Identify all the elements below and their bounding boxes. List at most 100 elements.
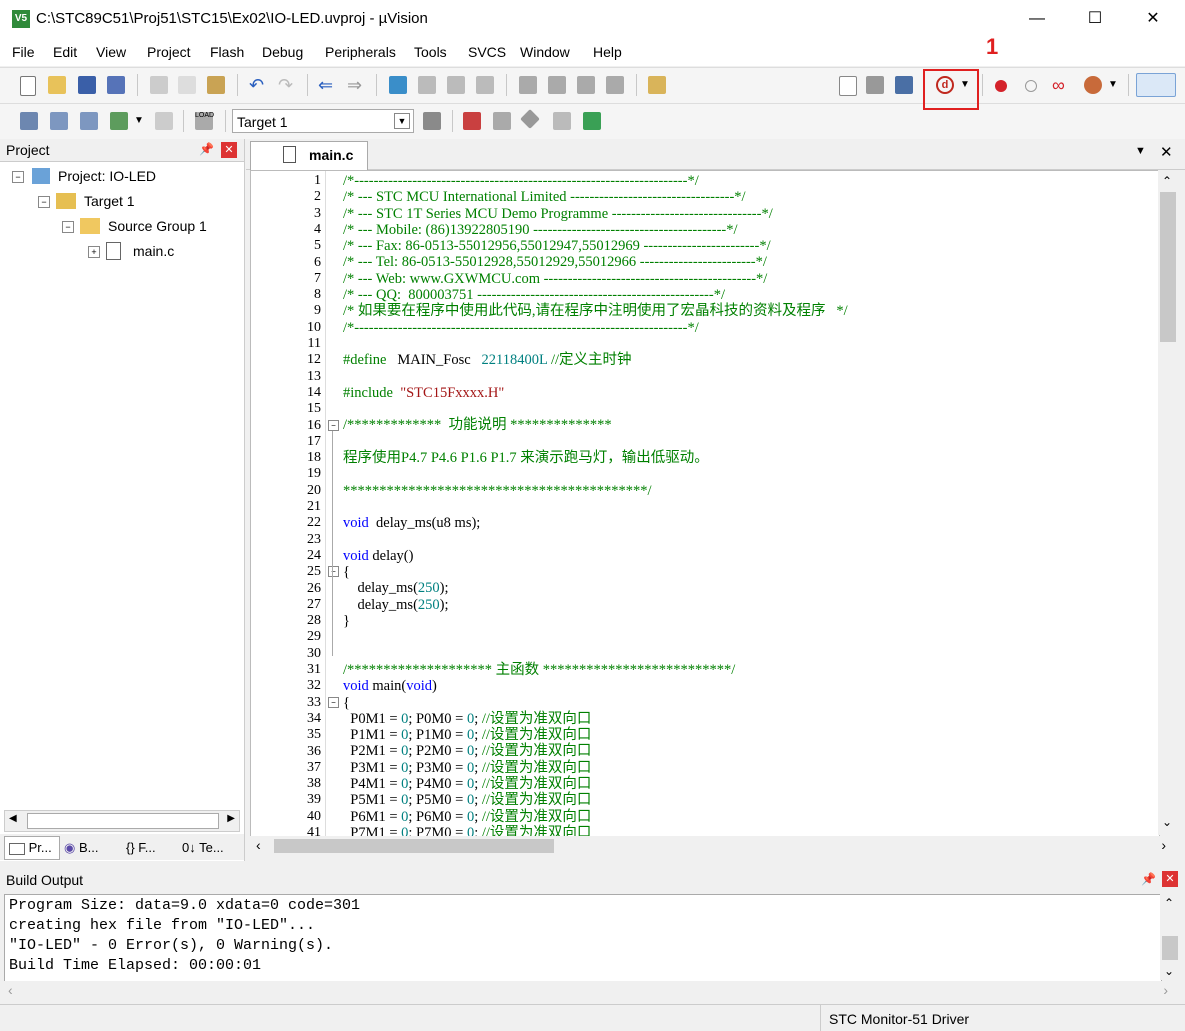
tree-target[interactable]: Target 1 (84, 193, 135, 209)
tree-project-root[interactable]: Project: IO-LED (58, 168, 156, 184)
rebuild-icon[interactable] (80, 112, 98, 130)
batch-build-icon[interactable] (110, 112, 128, 130)
minimize-icon[interactable]: — (1022, 8, 1052, 30)
project-hscroll[interactable]: ◀ ▶ (4, 810, 240, 832)
indent-icon[interactable] (519, 76, 537, 94)
save-icon[interactable] (78, 76, 96, 94)
build-icon[interactable] (50, 112, 68, 130)
file-extensions-icon[interactable] (463, 112, 481, 130)
manage-rte-icon[interactable] (493, 112, 511, 130)
cut-icon[interactable] (150, 76, 168, 94)
expand-icon[interactable]: + (88, 246, 100, 258)
find-dropdown-icon[interactable] (839, 76, 857, 96)
fold-marker-icon[interactable]: − (328, 566, 339, 577)
open-folder-icon[interactable] (48, 76, 66, 94)
maximize-icon[interactable]: ☐ (1080, 8, 1110, 30)
line-number: 23 (307, 531, 321, 547)
menu-peripherals[interactable]: Peripherals (325, 44, 396, 60)
editor-hscroll[interactable]: ‹ › (250, 836, 1178, 856)
line-number: 37 (307, 759, 321, 775)
target-select[interactable]: Target 1 ▼ (232, 109, 414, 133)
batch-dropdown-icon[interactable]: ▼ (134, 112, 152, 130)
copy-icon[interactable] (178, 76, 196, 94)
bookmark-prev-icon[interactable] (418, 76, 436, 94)
select-packs-icon[interactable] (520, 109, 540, 129)
fold-marker-icon[interactable]: − (328, 420, 339, 431)
menu-view[interactable]: View (96, 44, 126, 60)
line-number: 24 (307, 547, 321, 563)
menu-project[interactable]: Project (147, 44, 191, 60)
uncomment-icon[interactable] (606, 76, 624, 94)
target-options-icon[interactable] (423, 112, 441, 130)
close-icon[interactable]: ✕ (1138, 8, 1168, 30)
menu-svcs[interactable]: SVCS (468, 44, 506, 60)
pin-icon[interactable]: 📌 (199, 142, 214, 156)
tree-source-group[interactable]: Source Group 1 (108, 218, 207, 234)
close-tab-icon[interactable]: ✕ (1160, 143, 1173, 161)
tab-books[interactable]: ◉ B... (64, 840, 98, 856)
collapse-icon[interactable]: − (12, 171, 24, 183)
bookmark-icon[interactable] (389, 76, 407, 94)
redo-icon[interactable]: ↷ (278, 76, 296, 94)
line-number: 15 (307, 401, 321, 417)
stop-build-icon[interactable] (155, 112, 173, 130)
tab-project[interactable]: Pr... (4, 836, 60, 860)
collapse-icon[interactable]: − (38, 196, 50, 208)
pack-installer-icon[interactable] (553, 112, 571, 130)
fold-marker-icon[interactable]: − (328, 697, 339, 708)
build-hscroll[interactable]: ‹ › (4, 981, 1180, 1001)
project-panel (0, 139, 245, 861)
menu-edit[interactable]: Edit (53, 44, 77, 60)
translate-icon[interactable] (20, 112, 38, 130)
target-dropdown-icon[interactable]: ▼ (394, 113, 410, 129)
line-number: 6 (314, 254, 321, 270)
menu-debug[interactable]: Debug (262, 44, 303, 60)
tab-main-c[interactable]: main.c (250, 141, 368, 170)
editor-vscroll[interactable]: ⌃ ⌄ (1158, 170, 1178, 835)
line-number: 8 (314, 287, 321, 303)
scroll-thumb[interactable] (274, 839, 554, 853)
paste-icon[interactable] (207, 76, 225, 94)
unindent-icon[interactable] (548, 76, 566, 94)
menu-file[interactable]: File (12, 44, 35, 60)
menu-flash[interactable]: Flash (210, 44, 244, 60)
comment-icon[interactable] (577, 76, 595, 94)
pin-icon[interactable]: 📌 (1141, 872, 1156, 886)
menu-window[interactable]: Window (520, 44, 570, 60)
annotation-highlight (923, 69, 979, 110)
panel-close-icon[interactable]: ✕ (221, 142, 237, 158)
collapse-icon[interactable]: − (62, 221, 74, 233)
build-vscroll[interactable]: ⌃ ⌄ (1160, 894, 1180, 980)
scroll-thumb[interactable] (1160, 192, 1176, 342)
undo-icon[interactable]: ↶ (249, 76, 267, 94)
kill-all-breakpoints-icon[interactable] (1084, 76, 1102, 94)
line-number: 36 (307, 743, 321, 759)
line-number: 7 (314, 270, 321, 286)
code-editor[interactable]: 1 2 3 4 5 6 7 8 9 10 11 12 13 14 15 16 17 18 19 20 21 22 23 24 2… (250, 170, 1160, 837)
browse-icon[interactable] (895, 76, 913, 94)
breakpoint-dropdown-icon[interactable]: ▼ (1108, 76, 1126, 94)
tab-functions[interactable]: {} F... (126, 840, 156, 855)
download-icon[interactable]: LOAD (195, 112, 214, 130)
tab-templates[interactable]: 0↓ Te... (182, 840, 224, 855)
run-time-env-icon[interactable] (583, 112, 601, 130)
bookmark-next-icon[interactable] (447, 76, 465, 94)
build-output-log[interactable]: Program Size: data=9.0 xdata=0 code=301 … (4, 894, 1162, 982)
nav-forward-icon[interactable]: ⇒ (347, 76, 365, 94)
new-file-icon[interactable] (20, 76, 36, 96)
menu-tools[interactable]: Tools (414, 44, 447, 60)
find-in-files-icon[interactable] (648, 76, 666, 94)
nav-back-icon[interactable]: ⇐ (318, 76, 336, 94)
bookmark-clear-icon[interactable] (476, 76, 494, 94)
tab-list-dropdown-icon[interactable]: ▼ (1135, 145, 1146, 157)
save-all-icon[interactable] (107, 76, 125, 94)
menu-help[interactable]: Help (593, 44, 622, 60)
incremental-find-icon[interactable] (866, 76, 884, 94)
breakpoint-icon[interactable] (995, 80, 1007, 92)
disable-all-breakpoints-icon[interactable]: ∞ (1052, 76, 1070, 94)
panel-close-icon[interactable]: ✕ (1162, 871, 1178, 887)
disable-breakpoint-icon[interactable] (1025, 80, 1037, 92)
window-layout-icon[interactable] (1136, 73, 1176, 97)
tree-file-main[interactable]: main.c (133, 243, 174, 259)
line-number: 22 (307, 515, 321, 531)
